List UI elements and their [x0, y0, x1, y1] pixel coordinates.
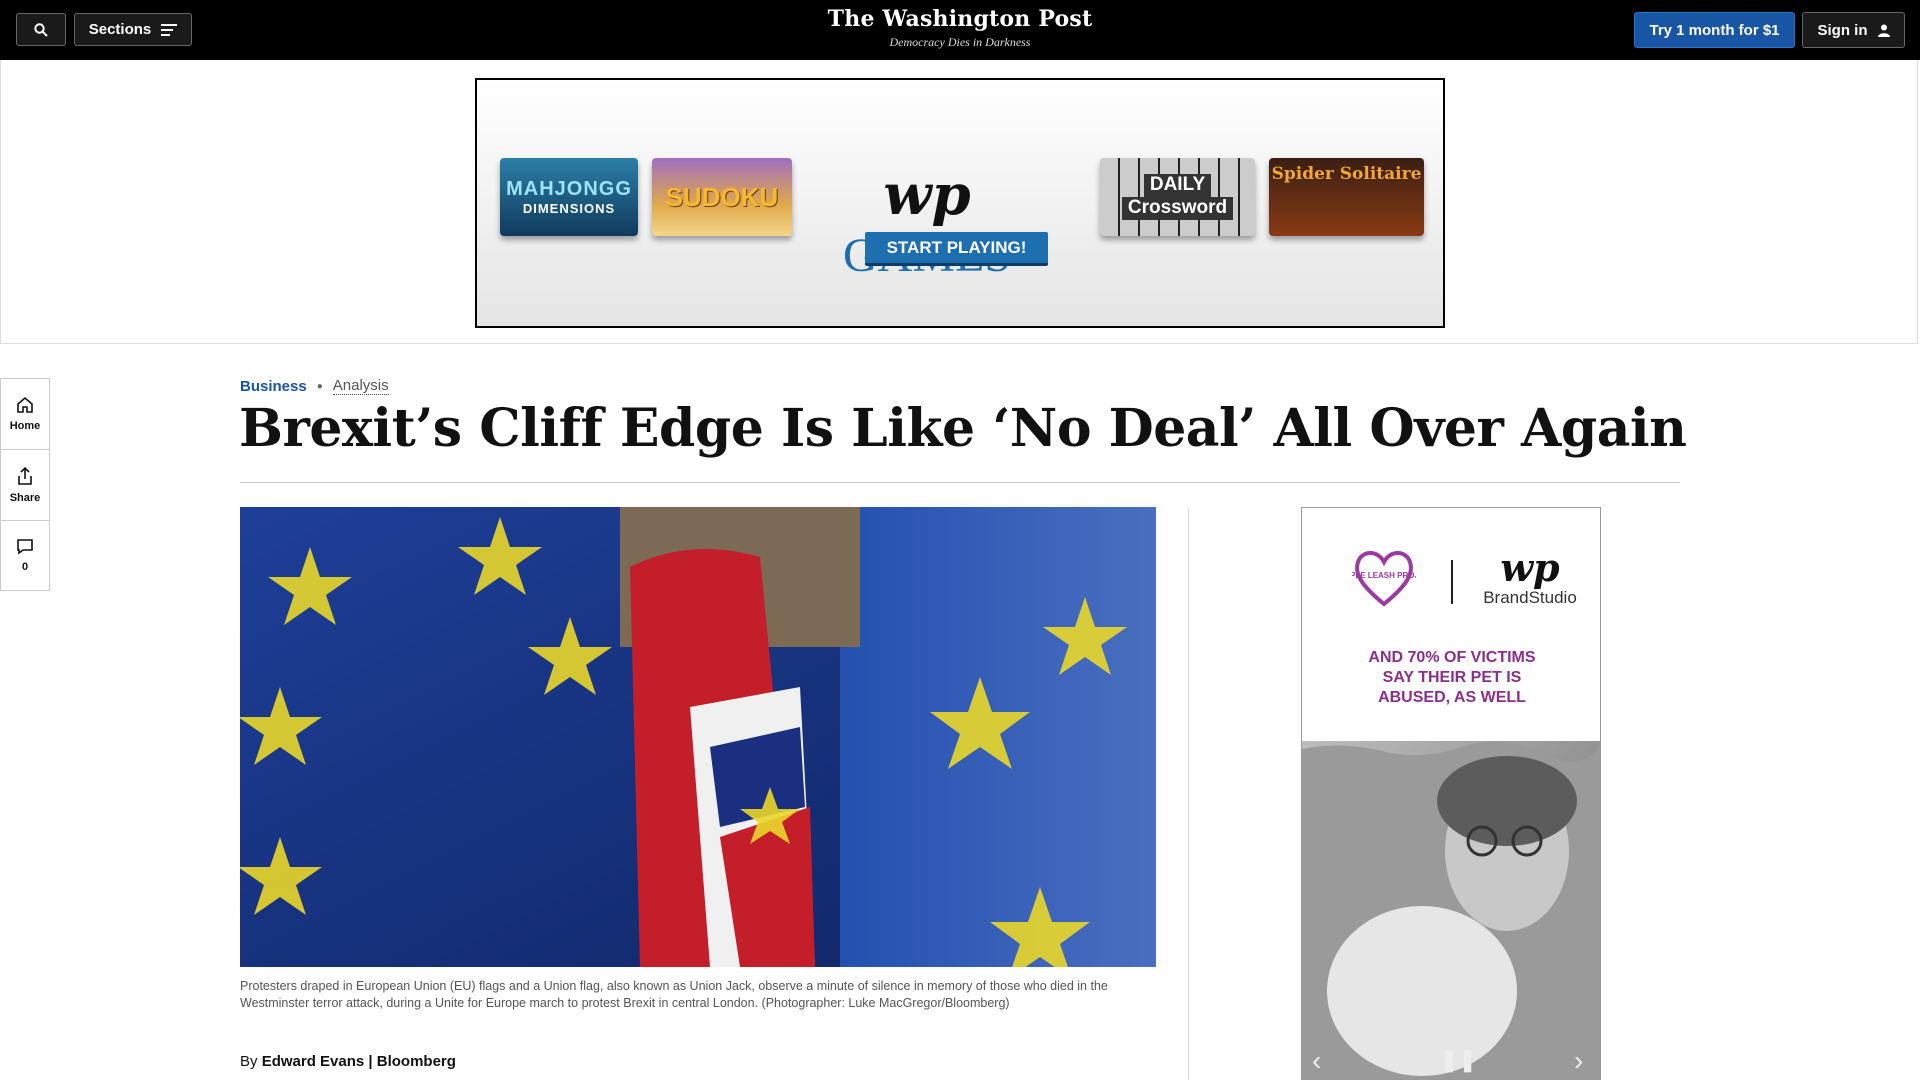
brandstudio-logo: wp BrandStudio	[1480, 548, 1580, 608]
eu-flags-image	[240, 507, 1156, 967]
woman-with-pet-image	[1302, 741, 1600, 1079]
sections-label: Sections	[88, 21, 152, 38]
home-icon	[17, 396, 33, 413]
column-divider	[1188, 507, 1189, 1080]
ad-stat-line1: AND 70% OF VICTIMS	[1368, 649, 1536, 666]
headline-divider	[240, 482, 1680, 483]
brandstudio-wp: wp	[1500, 545, 1560, 590]
mahjongg-tile[interactable]: MAHJONGG DIMENSIONS	[500, 158, 638, 236]
rail-home-label: Home	[9, 420, 41, 432]
rail-comments-button[interactable]: 0	[0, 520, 50, 591]
search-icon	[34, 22, 48, 37]
menu-icon	[161, 23, 178, 36]
logo-text: The Washington Post	[827, 6, 1093, 32]
wp-games-ad[interactable]: MAHJONGG DIMENSIONS SUDOKU wp GAMES STAR…	[475, 78, 1445, 328]
kicker-separator: ●	[316, 380, 323, 392]
subscribe-button[interactable]: Try 1 month for $1	[1634, 12, 1795, 48]
brandstudio-label: BrandStudio	[1483, 588, 1577, 607]
ad-pause-icon[interactable]: ❚❚	[1440, 1047, 1477, 1073]
ad-next-icon[interactable]: ›	[1574, 1045, 1583, 1077]
byline: By Edward Evans | Bloomberg	[240, 1053, 456, 1070]
ad-top-panel: PURPLE LEASH PROJECT wp BrandStudio AND …	[1302, 508, 1600, 748]
ad-prev-icon[interactable]: ‹	[1312, 1045, 1321, 1077]
article-rail: Home Share 0	[0, 378, 50, 591]
ad-stat-text: AND 70% OF VICTIMS SAY THEIR PET IS ABUS…	[1322, 648, 1582, 708]
mahjongg-subtitle: DIMENSIONS	[522, 201, 616, 216]
mahjongg-title: MAHJONGG	[506, 178, 632, 200]
lead-photo	[240, 507, 1156, 967]
analysis-label[interactable]: Analysis	[332, 377, 389, 395]
user-icon	[1877, 24, 1890, 37]
sign-in-button[interactable]: Sign in	[1802, 12, 1905, 48]
brandstudio-ad[interactable]: PURPLE LEASH PROJECT wp BrandStudio AND …	[1301, 507, 1601, 1080]
purple-leash-logo: PURPLE LEASH PROJECT	[1352, 551, 1416, 607]
tagline: Democracy Dies in Darkness	[889, 35, 1031, 49]
crossword-line2: Crossword	[1121, 197, 1234, 220]
wp-logo: wp	[883, 162, 971, 228]
ad-photo: ‹ ❚❚ ›	[1302, 741, 1600, 1079]
ad-stat-line3: ABUSED, AS WELL	[1378, 689, 1526, 706]
sudoku-tile[interactable]: SUDOKU	[652, 158, 792, 236]
rail-home-button[interactable]: Home	[0, 378, 50, 449]
section-link[interactable]: Business	[240, 378, 307, 395]
crossword-tile[interactable]: DAILY Crossword	[1100, 158, 1255, 236]
comment-icon	[17, 539, 33, 555]
purple-leash-text: PURPLE LEASH PROJECT	[1352, 571, 1416, 580]
crossword-line1: DAILY	[1143, 174, 1212, 197]
rail-share-label: Share	[9, 492, 41, 504]
spider-solitaire-tile[interactable]: Spider Solitaire	[1269, 158, 1424, 236]
rail-comments-count: 0	[21, 561, 29, 573]
sponsor-divider	[1451, 560, 1453, 604]
photo-caption: Protesters draped in European Union (EU)…	[240, 979, 1108, 1010]
site-logo[interactable]: The Washington Post Democracy Dies in Da…	[760, 6, 1160, 50]
share-icon	[18, 466, 32, 485]
rail-share-button[interactable]: Share	[0, 449, 50, 520]
article-kicker: Business ● Analysis	[240, 377, 389, 395]
start-playing-button[interactable]: START PLAYING!	[865, 232, 1048, 266]
article-headline: Brexit’s Cliff Edge Is Like ‘No Deal’ Al…	[239, 398, 1687, 459]
byline-author[interactable]: Edward Evans | Bloomberg	[262, 1053, 456, 1070]
sections-button[interactable]: Sections	[74, 13, 192, 46]
sign-in-label: Sign in	[1817, 21, 1868, 39]
site-header: Sections The Washington Post Democracy D…	[0, 0, 1920, 60]
byline-prefix: By	[240, 1053, 258, 1070]
search-button[interactable]	[16, 13, 66, 46]
ad-stat-line2: SAY THEIR PET IS	[1382, 669, 1522, 686]
